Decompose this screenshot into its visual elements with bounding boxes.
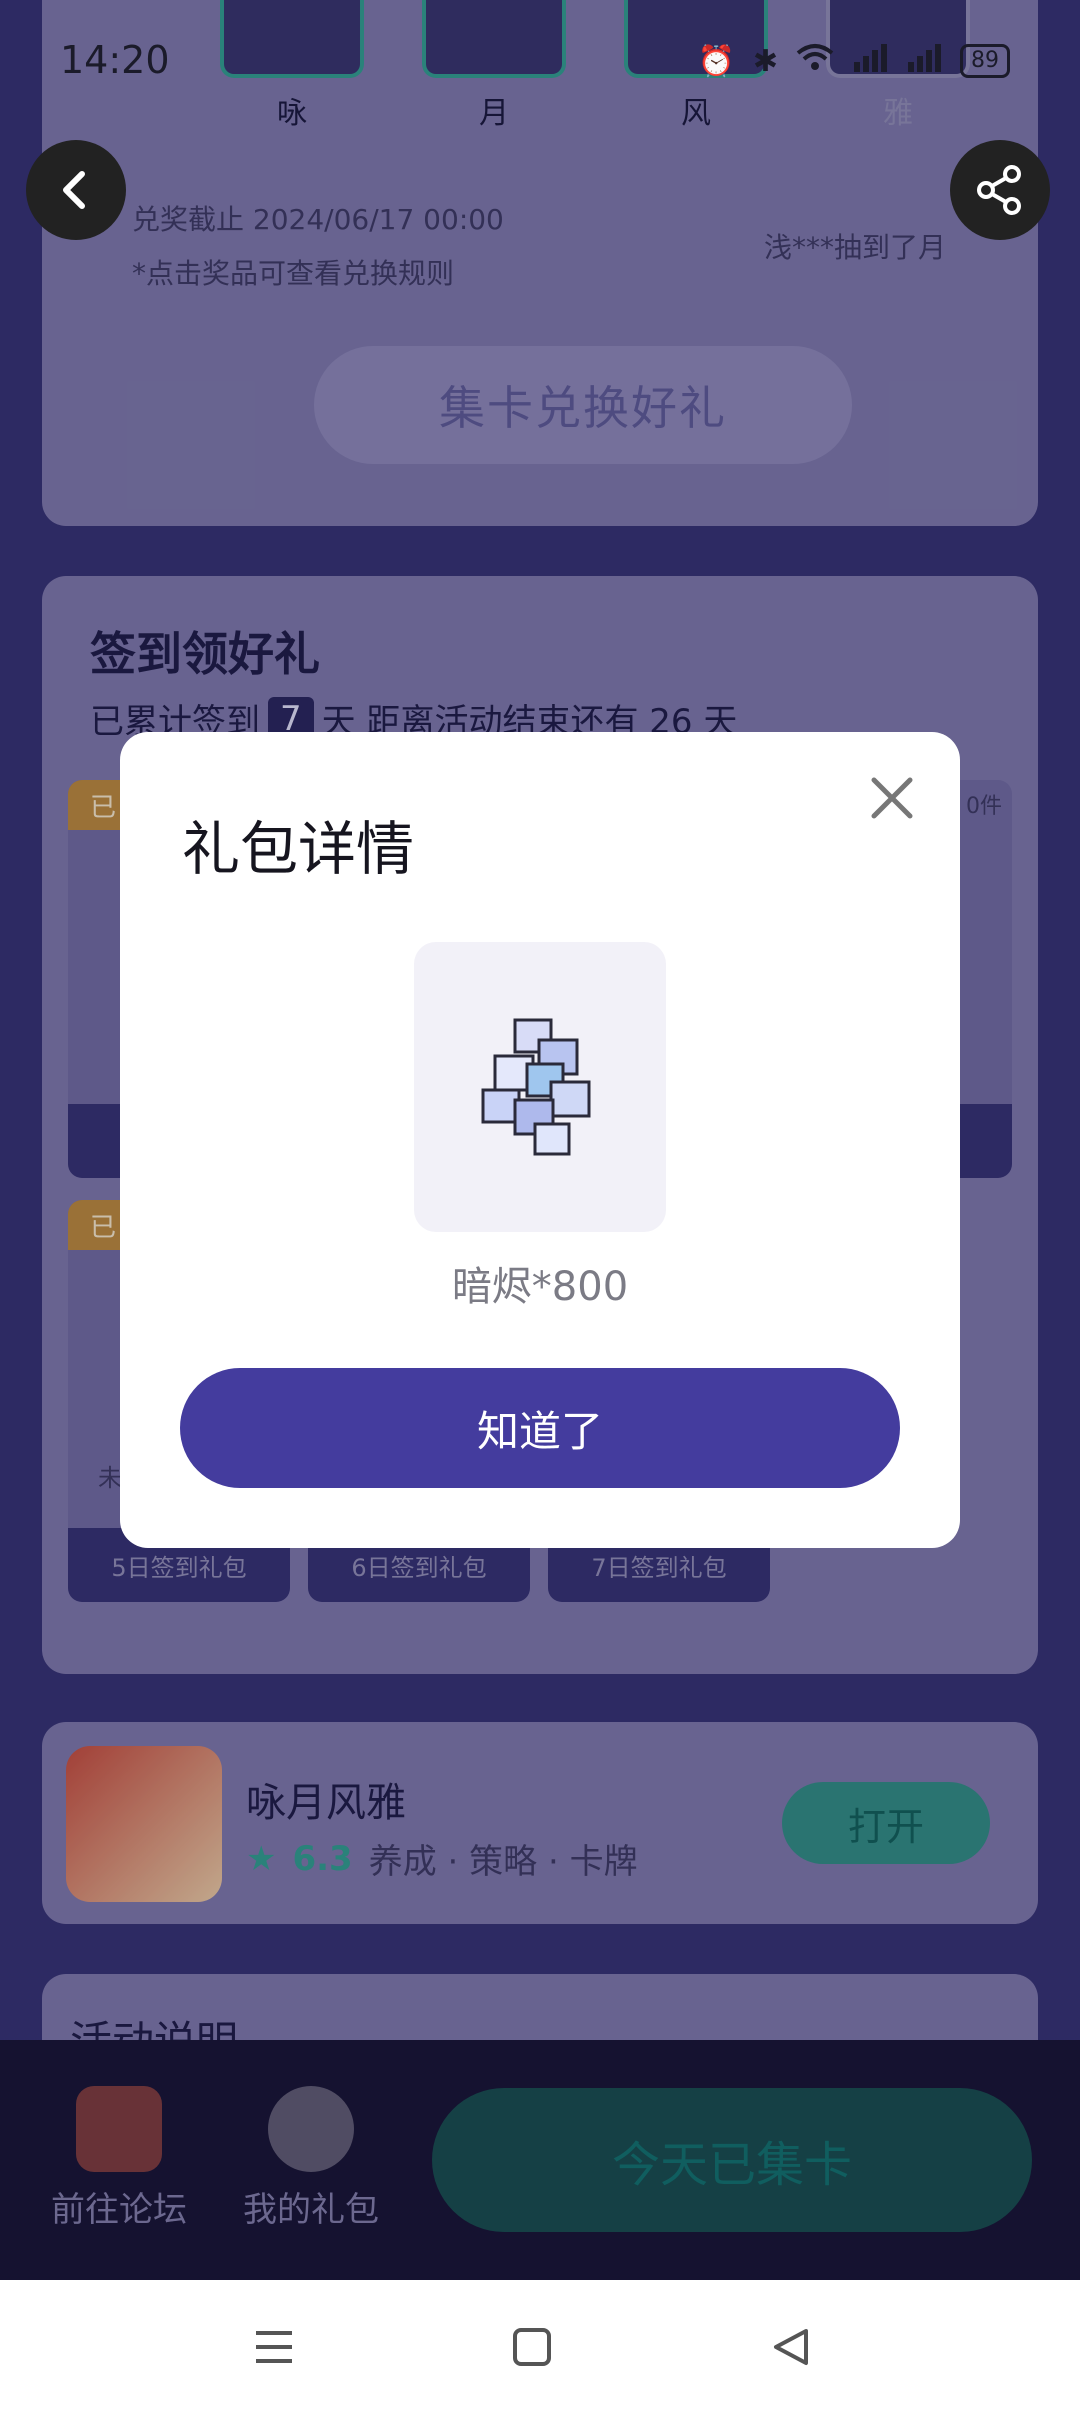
home-button[interactable] [502,2322,562,2372]
close-icon [871,777,913,819]
wifi-icon [796,43,834,79]
battery-indicator: 89 [960,44,1010,78]
status-bar: 14:20 ⏰ ✱ 89 [0,0,1080,110]
signal-icon-1 [852,42,888,80]
back-triangle-icon [774,2329,808,2365]
page: 咏 月 风 雅 兑奖截止 2024/06/17 00:00 *点击奖品可查看兑换… [0,0,1080,2412]
menu-icon [256,2331,292,2363]
item-image-tile [414,942,666,1232]
alarm-icon: ⏰ [697,43,735,79]
signal-icon-2 [906,42,942,80]
share-icon [977,165,1021,215]
recents-button[interactable] [244,2322,304,2372]
status-time: 14:20 [60,38,170,82]
share-button[interactable] [950,140,1050,240]
back-nav-button[interactable] [760,2322,820,2372]
system-navigation-bar [0,2280,1080,2412]
modal-close-button[interactable] [860,766,924,830]
gift-detail-modal: 礼包详情 暗烬*800 知道了 [120,732,960,1548]
chevron-left-icon [63,171,85,209]
got-it-button[interactable]: 知道了 [180,1368,900,1488]
home-square-icon [513,2328,551,2366]
modal-title: 礼包详情 [182,815,415,883]
bluetooth-icon: ✱ [752,43,778,79]
crystal-cubes-icon [481,1018,591,1156]
status-icons: ⏰ ✱ 89 [697,42,1010,80]
item-name: 暗烬*800 [451,1264,629,1310]
back-button[interactable] [26,140,126,240]
